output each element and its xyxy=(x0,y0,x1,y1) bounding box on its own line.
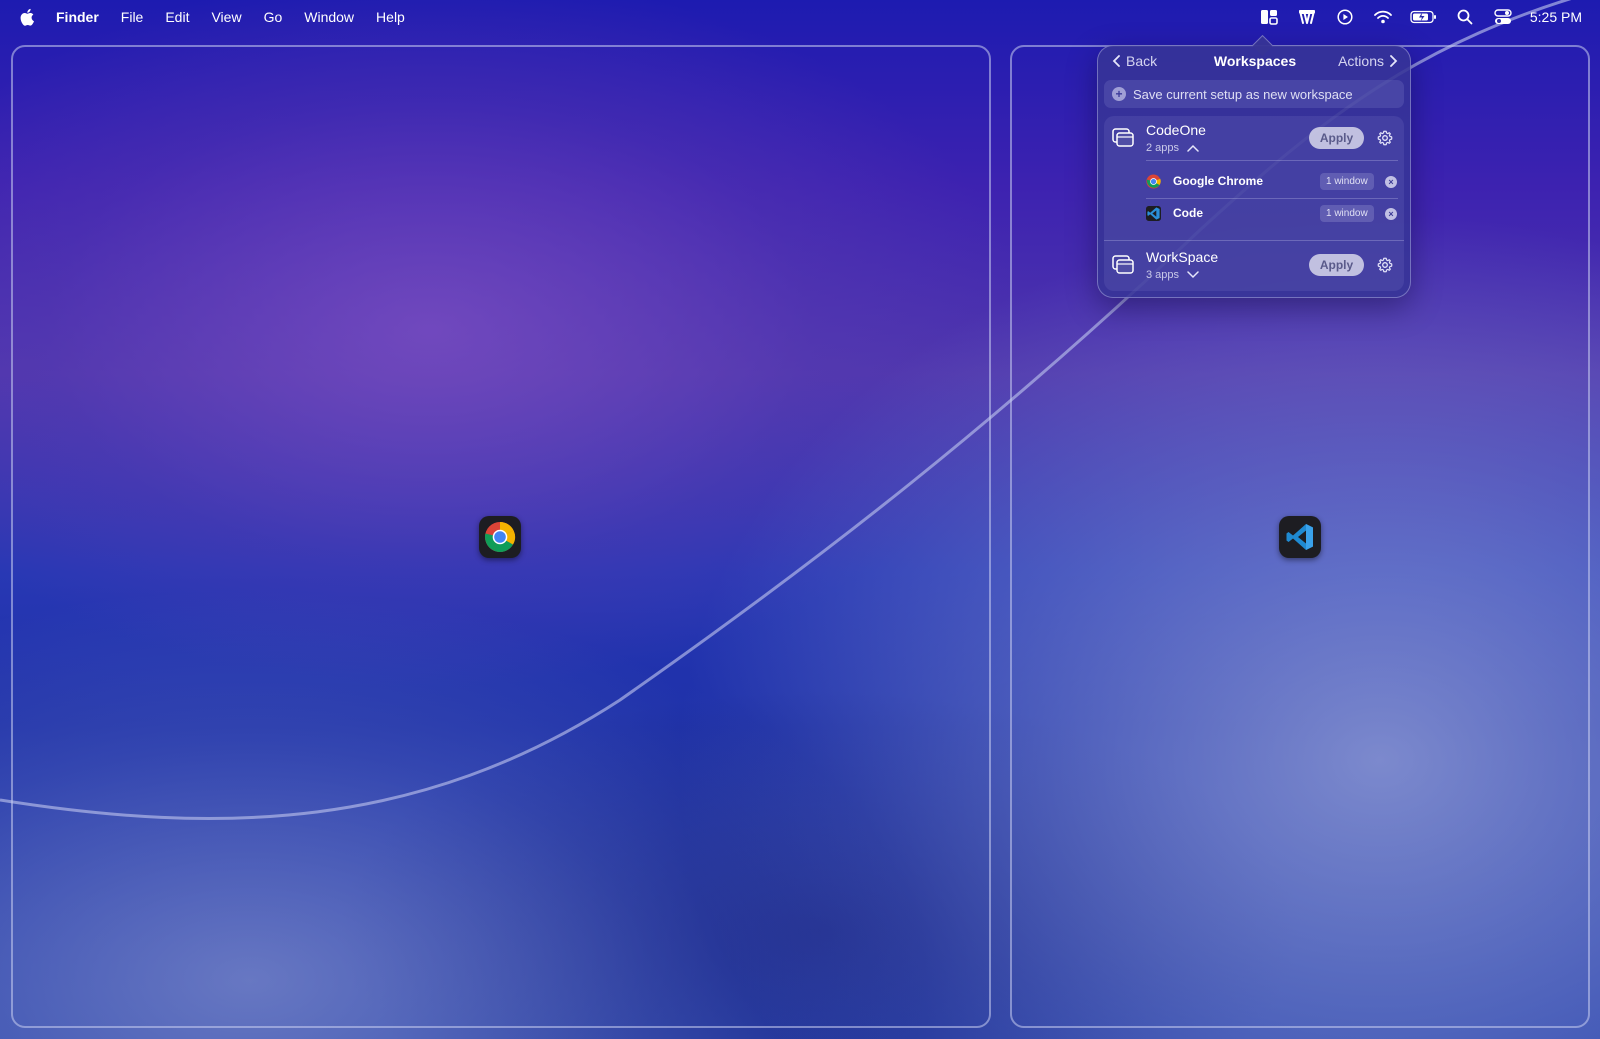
save-workspace-button[interactable]: + Save current setup as new workspace xyxy=(1104,80,1404,108)
workspace-row-workspace[interactable]: WorkSpace 3 apps Apply xyxy=(1104,243,1404,287)
control-center-icon[interactable] xyxy=(1492,6,1514,28)
remove-app-icon[interactable]: × xyxy=(1385,208,1397,220)
apply-button[interactable]: Apply xyxy=(1309,127,1364,149)
menu-view[interactable]: View xyxy=(211,0,241,34)
menu-help[interactable]: Help xyxy=(376,0,405,34)
workspaces-icon[interactable] xyxy=(1258,6,1280,28)
remove-app-icon[interactable]: × xyxy=(1385,176,1397,188)
chevron-down-icon[interactable] xyxy=(1187,271,1199,279)
save-label: Save current setup as new workspace xyxy=(1133,86,1353,102)
menu-clock[interactable]: 5:25 PM xyxy=(1530,9,1582,25)
gear-icon[interactable] xyxy=(1377,130,1393,146)
wifi-icon[interactable] xyxy=(1372,6,1394,28)
apply-button[interactable]: Apply xyxy=(1309,254,1364,276)
chevron-right-icon xyxy=(1390,55,1398,67)
menu-window[interactable]: Window xyxy=(304,0,354,34)
actions-label: Actions xyxy=(1338,53,1384,69)
play-icon[interactable] xyxy=(1334,6,1356,28)
search-icon[interactable] xyxy=(1454,6,1476,28)
apple-menu-icon[interactable] xyxy=(20,8,36,26)
workspace-name: WorkSpace xyxy=(1146,249,1219,265)
workspace-list: CodeOne 2 apps Apply Google Chrome 1 win… xyxy=(1104,116,1404,291)
workspaces-popover: Back Workspaces Actions + Save current s… xyxy=(1097,34,1412,298)
vscode-icon xyxy=(1146,206,1161,221)
actions-button[interactable]: Actions xyxy=(1338,53,1398,69)
window-count-badge[interactable]: 1 window xyxy=(1320,205,1374,222)
chevron-up-icon[interactable] xyxy=(1187,144,1199,152)
menu-edit[interactable]: Edit xyxy=(165,0,189,34)
plus-icon: + xyxy=(1112,87,1126,101)
vscode-icon[interactable] xyxy=(1279,516,1321,558)
workspace-count-label: 3 apps xyxy=(1146,269,1180,281)
window-count-badge[interactable]: 1 window xyxy=(1320,173,1374,190)
extension-icon[interactable] xyxy=(1296,6,1318,28)
workspace-windows-icon xyxy=(1112,128,1134,147)
gear-icon[interactable] xyxy=(1377,257,1393,273)
app-name: Google Chrome xyxy=(1173,174,1264,188)
workspace-app-row[interactable]: Code 1 window × xyxy=(1104,198,1404,230)
battery-icon[interactable] xyxy=(1410,6,1438,28)
divider xyxy=(1146,160,1398,161)
chrome-icon xyxy=(1146,174,1161,189)
menu-file[interactable]: File xyxy=(121,0,144,34)
popover-header: Back Workspaces Actions xyxy=(1098,46,1412,76)
menu-bar: Finder File Edit View Go Window Help 5:2… xyxy=(0,0,1600,34)
workspace-app-count[interactable]: 3 apps xyxy=(1146,269,1199,281)
menu-app-name[interactable]: Finder xyxy=(56,0,99,34)
workspace-name: CodeOne xyxy=(1146,122,1206,138)
workspace-app-count[interactable]: 2 apps xyxy=(1146,142,1199,154)
workspace-count-label: 2 apps xyxy=(1146,142,1180,154)
menu-go[interactable]: Go xyxy=(264,0,283,34)
workspace-row-codeone[interactable]: CodeOne 2 apps Apply xyxy=(1104,116,1404,160)
workspace-app-row[interactable]: Google Chrome 1 window × xyxy=(1104,166,1404,198)
divider xyxy=(1104,240,1404,241)
workspace-windows-icon xyxy=(1112,255,1134,274)
app-name: Code xyxy=(1173,206,1203,220)
chrome-icon[interactable] xyxy=(479,516,521,558)
